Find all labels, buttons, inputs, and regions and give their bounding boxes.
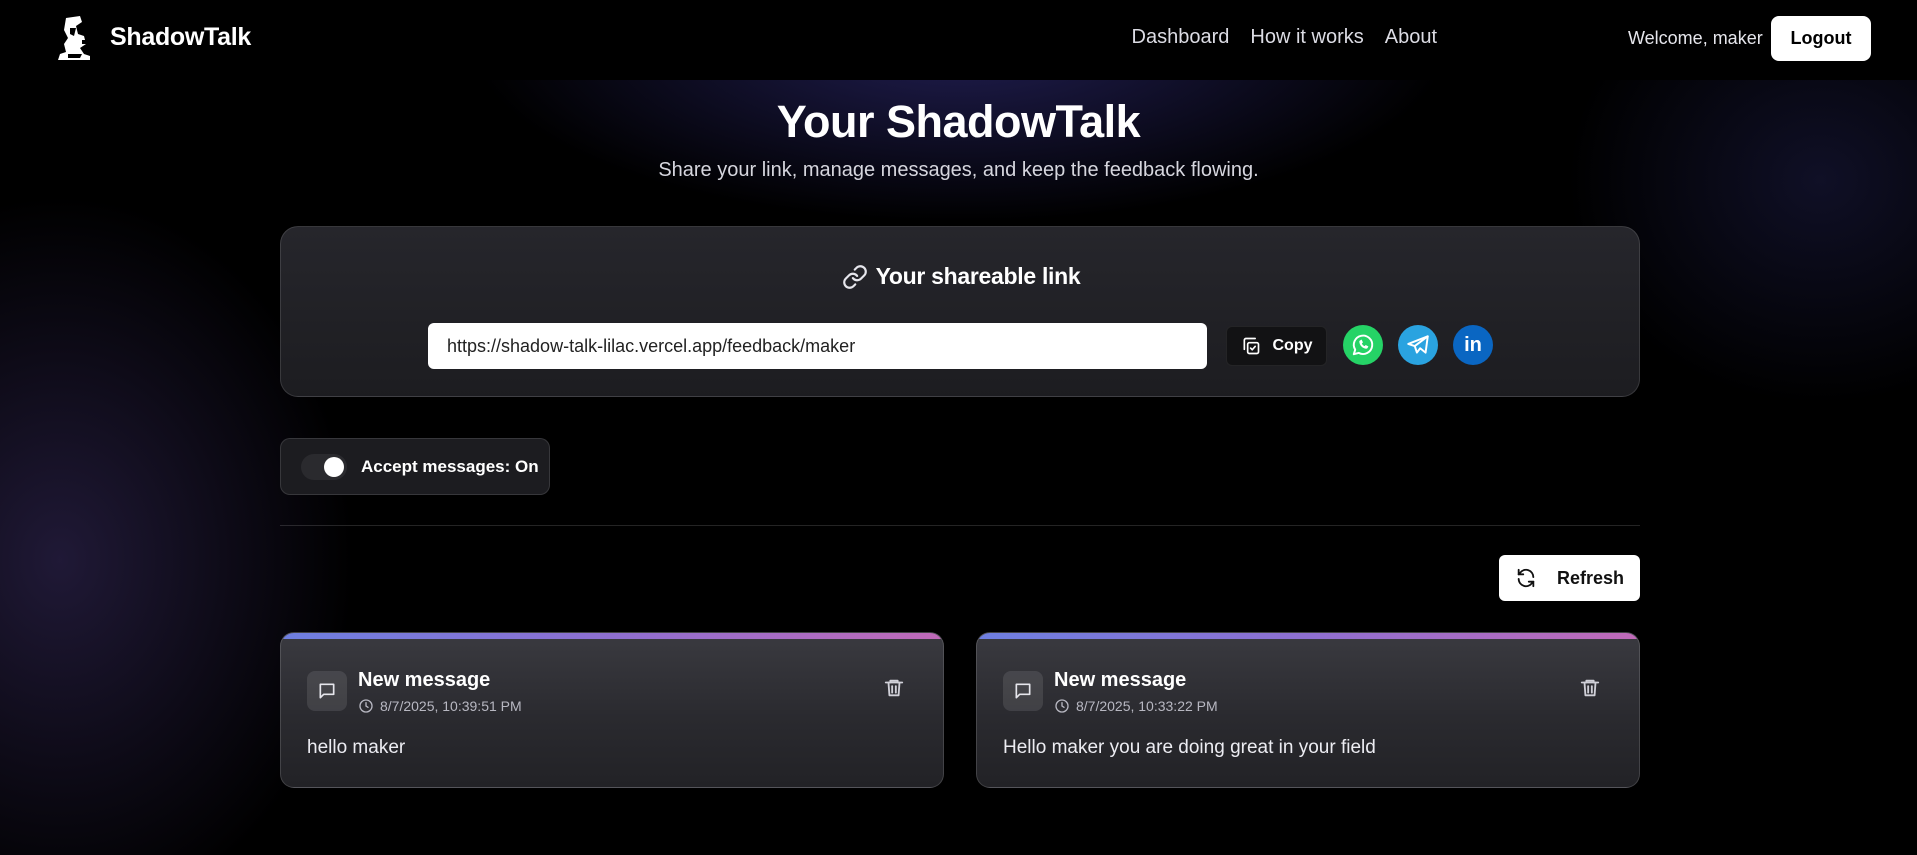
- share-link-heading: Your shareable link: [281, 263, 1641, 290]
- nav-link-dashboard[interactable]: Dashboard: [1132, 26, 1230, 49]
- clock-icon: [359, 699, 373, 713]
- refresh-icon: [1517, 568, 1535, 588]
- message-icon-box: [307, 671, 347, 711]
- trash-icon[interactable]: [1579, 677, 1601, 699]
- message-body: Hello maker you are doing great in your …: [1003, 737, 1376, 758]
- accept-messages-toggle[interactable]: [301, 453, 347, 480]
- message-card: New message 8/7/2025, 10:33:22 PM Hello …: [976, 632, 1640, 788]
- toggle-knob: [324, 456, 344, 477]
- linkedin-icon: in: [1464, 333, 1482, 356]
- copy-button-label: Copy: [1272, 337, 1313, 354]
- welcome-text: Welcome, maker: [1628, 28, 1763, 48]
- accept-messages-card: Accept messages: On: [280, 438, 550, 495]
- copy-button[interactable]: Copy: [1226, 326, 1327, 366]
- nav-links: Dashboard How it works About: [1111, 26, 1437, 49]
- share-link-card: Your shareable link Copy in: [280, 226, 1640, 397]
- message-title: New message: [358, 669, 491, 691]
- top-navbar: ShadowTalk Dashboard How it works About …: [0, 0, 1917, 80]
- message-body: hello maker: [307, 737, 406, 758]
- main-content: Your ShadowTalk Share your link, manage …: [0, 0, 1917, 855]
- message-icon-box: [1003, 671, 1043, 711]
- message-timestamp: 8/7/2025, 10:33:22 PM: [1054, 698, 1218, 714]
- telegram-share-button[interactable]: [1398, 325, 1438, 365]
- link-icon: [842, 264, 867, 289]
- message-timestamp-text: 8/7/2025, 10:39:51 PM: [380, 698, 522, 714]
- copy-icon: [1243, 337, 1259, 355]
- clock-icon: [1055, 699, 1069, 713]
- telegram-icon: [1407, 335, 1429, 354]
- linkedin-share-button[interactable]: in: [1453, 325, 1493, 365]
- whatsapp-share-button[interactable]: [1343, 325, 1383, 365]
- card-accent-bar: [281, 633, 943, 639]
- refresh-button[interactable]: Refresh: [1499, 555, 1640, 601]
- message-title: New message: [1054, 669, 1187, 691]
- message-timestamp: 8/7/2025, 10:39:51 PM: [358, 698, 522, 714]
- card-accent-bar: [977, 633, 1639, 639]
- brand-name: ShadowTalk: [110, 22, 252, 51]
- page-subtitle: Share your link, manage messages, and ke…: [658, 159, 1259, 181]
- logout-button[interactable]: Logout: [1771, 16, 1871, 61]
- logo-icon: [54, 14, 96, 60]
- whatsapp-icon: [1352, 334, 1374, 356]
- accept-messages-label: Accept messages: On: [361, 456, 539, 476]
- divider: [280, 525, 1640, 526]
- nav-link-how-it-works[interactable]: How it works: [1250, 26, 1363, 49]
- brand[interactable]: ShadowTalk: [54, 14, 251, 60]
- message-timestamp-text: 8/7/2025, 10:33:22 PM: [1076, 698, 1218, 714]
- share-link-title: Your shareable link: [875, 263, 1081, 289]
- page-title: Your ShadowTalk: [776, 96, 1141, 147]
- share-link-input[interactable]: [428, 323, 1207, 369]
- message-icon: [1015, 683, 1031, 699]
- nav-link-about[interactable]: About: [1385, 26, 1437, 49]
- refresh-button-label: Refresh: [1556, 567, 1625, 588]
- message-icon: [319, 683, 335, 699]
- trash-icon[interactable]: [883, 677, 905, 699]
- message-card: New message 8/7/2025, 10:39:51 PM hello …: [280, 632, 944, 788]
